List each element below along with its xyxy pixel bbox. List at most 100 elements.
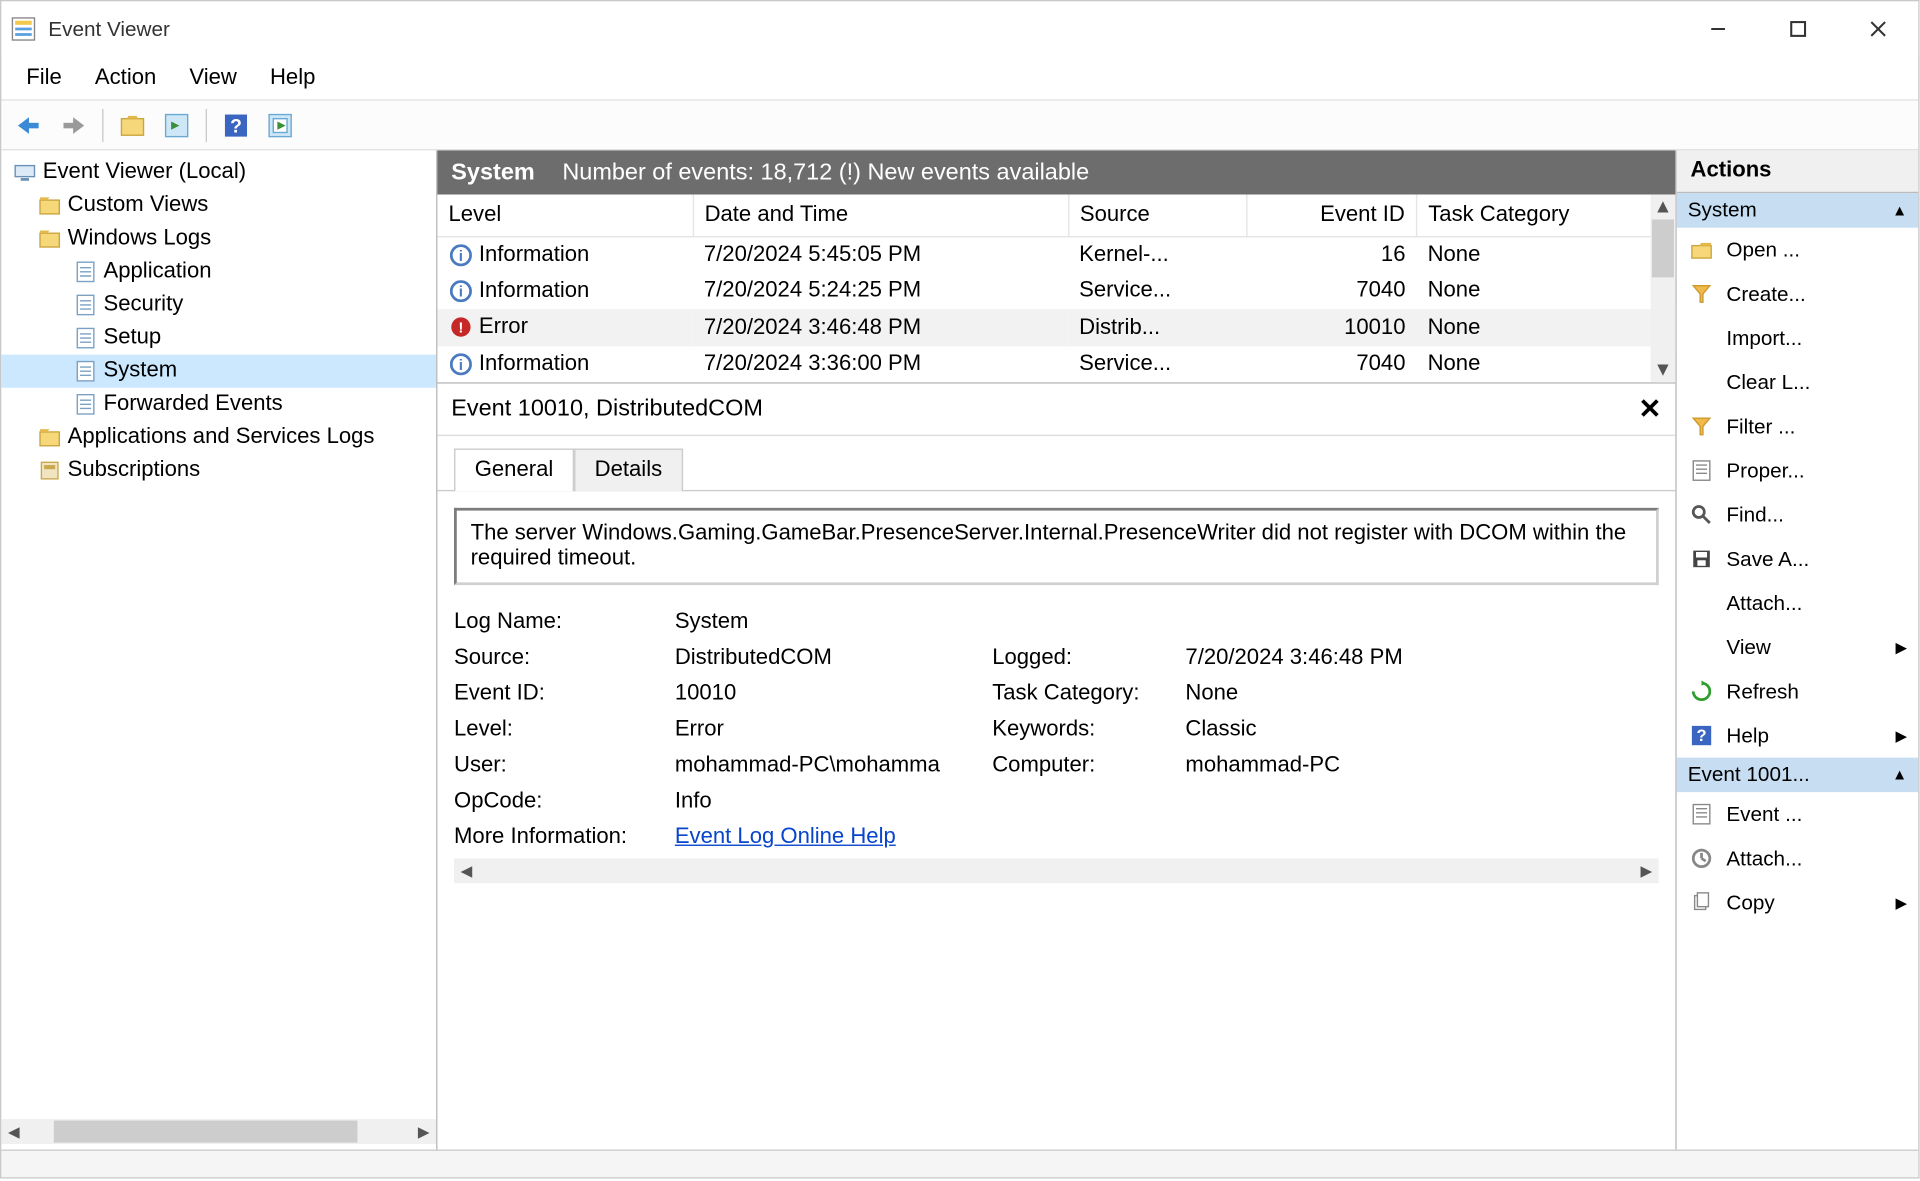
- tab-general[interactable]: General: [454, 448, 574, 491]
- event-list-vscrollbar[interactable]: ▲▼: [1650, 195, 1675, 383]
- tree-node-label: Application: [104, 259, 212, 284]
- actions-title: Actions: [1677, 150, 1919, 193]
- prop-label: OpCode:: [454, 789, 675, 814]
- find-icon: [1688, 501, 1716, 529]
- menu-file[interactable]: File: [12, 60, 75, 96]
- col-task-category[interactable]: Task Category: [1417, 195, 1675, 237]
- folder-icon: [37, 226, 62, 251]
- toolbar-separator: [102, 108, 103, 141]
- col-date-and-time[interactable]: Date and Time: [693, 195, 1068, 237]
- tree-node-label: Security: [104, 293, 184, 318]
- copy-icon: [1688, 889, 1716, 917]
- tree-node-system[interactable]: System: [1, 355, 436, 388]
- prop-label: Logged:: [992, 646, 1185, 671]
- center-header-info: Number of events: 18,712 (!) New events …: [562, 159, 1089, 187]
- folder-icon: [37, 425, 62, 450]
- help-button[interactable]: ?: [217, 106, 256, 145]
- actions-section-system[interactable]: System▲: [1677, 193, 1919, 228]
- action-label: Filter ...: [1726, 415, 1795, 438]
- svg-text:?: ?: [230, 116, 242, 137]
- table-row[interactable]: iInformation7/20/2024 5:45:05 PMKernel-.…: [437, 237, 1674, 274]
- col-level[interactable]: Level: [437, 195, 692, 237]
- tree-node-custom-views[interactable]: Custom Views: [1, 189, 436, 222]
- action-attach-[interactable]: Attach...: [1677, 836, 1919, 880]
- toolbar-panel-icon[interactable]: [157, 106, 196, 145]
- action-create-[interactable]: Create...: [1677, 272, 1919, 316]
- section-label: System: [1688, 199, 1757, 222]
- action-help[interactable]: ?Help▶: [1677, 713, 1919, 757]
- tree-node-applications-and-services-logs[interactable]: Applications and Services Logs: [1, 421, 436, 454]
- nav-forward-button[interactable]: [54, 106, 93, 145]
- center-pane: System Number of events: 18,712 (!) New …: [437, 150, 1676, 1149]
- menu-help[interactable]: Help: [256, 60, 329, 96]
- action-event-[interactable]: Event ...: [1677, 792, 1919, 836]
- filter-icon: [1688, 280, 1716, 308]
- action-save-a-[interactable]: Save A...: [1677, 537, 1919, 581]
- titlebar: Event Viewer: [1, 1, 1918, 56]
- save-icon: [1688, 545, 1716, 573]
- action-label: Create...: [1726, 282, 1805, 305]
- tree-node-windows-logs[interactable]: Windows Logs: [1, 222, 436, 255]
- log-icon: [73, 359, 98, 384]
- action-clear-l-[interactable]: Clear L...: [1677, 360, 1919, 404]
- tree-root-label: Event Viewer (Local): [43, 160, 246, 185]
- action-view[interactable]: View▶: [1677, 625, 1919, 669]
- error-icon: !: [449, 315, 474, 340]
- col-event-id[interactable]: Event ID: [1247, 195, 1417, 237]
- table-row[interactable]: iInformation7/20/2024 5:24:25 PMService.…: [437, 274, 1674, 310]
- menu-action[interactable]: Action: [81, 60, 170, 96]
- tree-root[interactable]: Event Viewer (Local): [1, 156, 436, 189]
- actions-section-event-1001-[interactable]: Event 1001...▲: [1677, 758, 1919, 793]
- help-icon: ?: [1688, 722, 1716, 750]
- tree-node-forwarded-events[interactable]: Forwarded Events: [1, 388, 436, 421]
- action-filter-[interactable]: Filter ...: [1677, 404, 1919, 448]
- info-icon: i: [449, 279, 474, 304]
- more-info-link[interactable]: Event Log Online Help: [675, 825, 1659, 850]
- event-list: LevelDate and TimeSourceEvent IDTask Cat…: [437, 195, 1675, 383]
- prop-value: mohammad-PC: [1185, 753, 1658, 778]
- prop-label: Level:: [454, 718, 675, 743]
- action-import-[interactable]: Import...: [1677, 316, 1919, 360]
- prop-label: Keywords:: [992, 718, 1185, 743]
- action-label: Refresh: [1726, 680, 1798, 703]
- action-attach-[interactable]: Attach...: [1677, 581, 1919, 625]
- tab-details[interactable]: Details: [574, 448, 683, 491]
- action-label: Attach...: [1726, 591, 1802, 614]
- center-header-name: System: [451, 159, 534, 187]
- action-find-[interactable]: Find...: [1677, 493, 1919, 537]
- menu-view[interactable]: View: [176, 60, 251, 96]
- app-icon: [10, 15, 38, 43]
- toolbar-action-icon[interactable]: [261, 106, 300, 145]
- show-hide-tree-button[interactable]: [113, 106, 152, 145]
- tree-node-subscriptions[interactable]: Subscriptions: [1, 454, 436, 487]
- detail-close-button[interactable]: ✕: [1638, 392, 1661, 427]
- action-label: Import...: [1726, 326, 1802, 349]
- maximize-button[interactable]: [1758, 1, 1838, 56]
- log-icon: [73, 326, 98, 351]
- tree-node-application[interactable]: Application: [1, 255, 436, 288]
- action-refresh[interactable]: Refresh: [1677, 669, 1919, 713]
- tree-node-setup[interactable]: Setup: [1, 322, 436, 355]
- table-row[interactable]: !Error7/20/2024 3:46:48 PMDistrib...1001…: [437, 310, 1674, 346]
- action-copy[interactable]: Copy▶: [1677, 880, 1919, 924]
- table-row[interactable]: iInformation7/20/2024 3:36:00 PMService.…: [437, 346, 1674, 382]
- attach-icon: [1688, 845, 1716, 873]
- nav-back-button[interactable]: [10, 106, 49, 145]
- svg-text:!: !: [458, 320, 463, 337]
- detail-hscrollbar[interactable]: ◄►: [454, 858, 1659, 883]
- title-controls: [1678, 1, 1918, 56]
- col-source[interactable]: Source: [1068, 195, 1247, 237]
- minimize-button[interactable]: [1678, 1, 1758, 56]
- action-label: Find...: [1726, 503, 1784, 526]
- action-proper-[interactable]: Proper...: [1677, 449, 1919, 493]
- action-open-[interactable]: Open ...: [1677, 228, 1919, 272]
- nav-tree: Event Viewer (Local) Custom ViewsWindows…: [1, 156, 436, 1119]
- event-message: The server Windows.Gaming.GameBar.Presen…: [454, 508, 1659, 585]
- info-icon: i: [449, 243, 474, 268]
- tree-hscrollbar[interactable]: ◄►: [1, 1119, 436, 1144]
- blank-icon: [1688, 589, 1716, 617]
- tree-node-security[interactable]: Security: [1, 288, 436, 321]
- close-button[interactable]: [1838, 1, 1918, 56]
- tree-node-label: Forwarded Events: [104, 392, 283, 417]
- prop-value: Classic: [1185, 718, 1658, 743]
